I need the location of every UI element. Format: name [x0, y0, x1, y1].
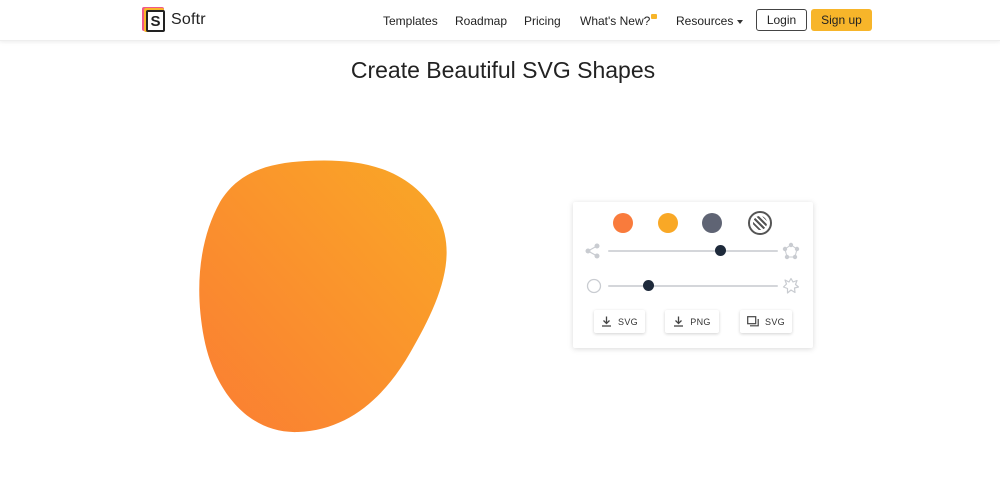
copy-icon — [747, 316, 759, 327]
complexity-slider-track[interactable] — [608, 250, 778, 252]
shape-controls-panel: SVG PNG SVG — [573, 202, 813, 348]
share-nodes-icon — [585, 243, 600, 259]
top-navbar: S Softr Templates Roadmap Pricing What's… — [0, 0, 1000, 41]
swatch-orange[interactable] — [613, 213, 633, 233]
new-badge-icon — [651, 14, 658, 19]
contrast-slider-handle[interactable] — [643, 280, 655, 291]
nav-roadmap[interactable]: Roadmap — [455, 14, 507, 28]
signup-button[interactable]: Sign up — [811, 9, 872, 31]
contrast-slider-row — [573, 276, 813, 296]
contrast-slider-track[interactable] — [608, 285, 778, 287]
nav-pricing[interactable]: Pricing — [524, 14, 561, 28]
nav-resources-label: Resources — [676, 14, 734, 28]
chevron-down-icon — [737, 19, 744, 24]
network-nodes-icon — [782, 242, 800, 260]
splat-shape-icon — [782, 277, 800, 294]
nav-resources-dropdown[interactable]: Resources — [676, 14, 744, 28]
softr-logo[interactable]: S Softr — [142, 7, 206, 33]
softr-logo-icon: S — [142, 7, 166, 33]
download-svg-label: SVG — [618, 316, 638, 327]
nav-whats-new[interactable]: What's New? — [580, 14, 658, 28]
download-svg-button[interactable]: SVG — [594, 310, 645, 333]
swatch-gradient[interactable] — [748, 211, 772, 235]
login-button[interactable]: Login — [756, 9, 807, 31]
download-icon — [602, 316, 612, 327]
svg-blob-shape — [199, 160, 447, 433]
nav-templates[interactable]: Templates — [383, 14, 438, 28]
page-title: Create Beautiful SVG Shapes — [350, 57, 656, 83]
copy-svg-label: SVG — [765, 316, 785, 327]
complexity-slider-row — [573, 241, 813, 261]
download-png-button[interactable]: PNG — [665, 310, 719, 333]
complexity-slider-handle[interactable] — [714, 245, 726, 256]
download-png-label: PNG — [690, 316, 711, 327]
nav-whats-new-label: What's New? — [580, 14, 651, 28]
download-icon — [674, 316, 684, 327]
swatch-yellow[interactable] — [658, 213, 678, 233]
brand-name: Softr — [171, 11, 206, 28]
copy-svg-button[interactable]: SVG — [740, 310, 792, 333]
circle-outline-icon — [586, 278, 602, 294]
swatch-gray[interactable] — [702, 213, 722, 233]
